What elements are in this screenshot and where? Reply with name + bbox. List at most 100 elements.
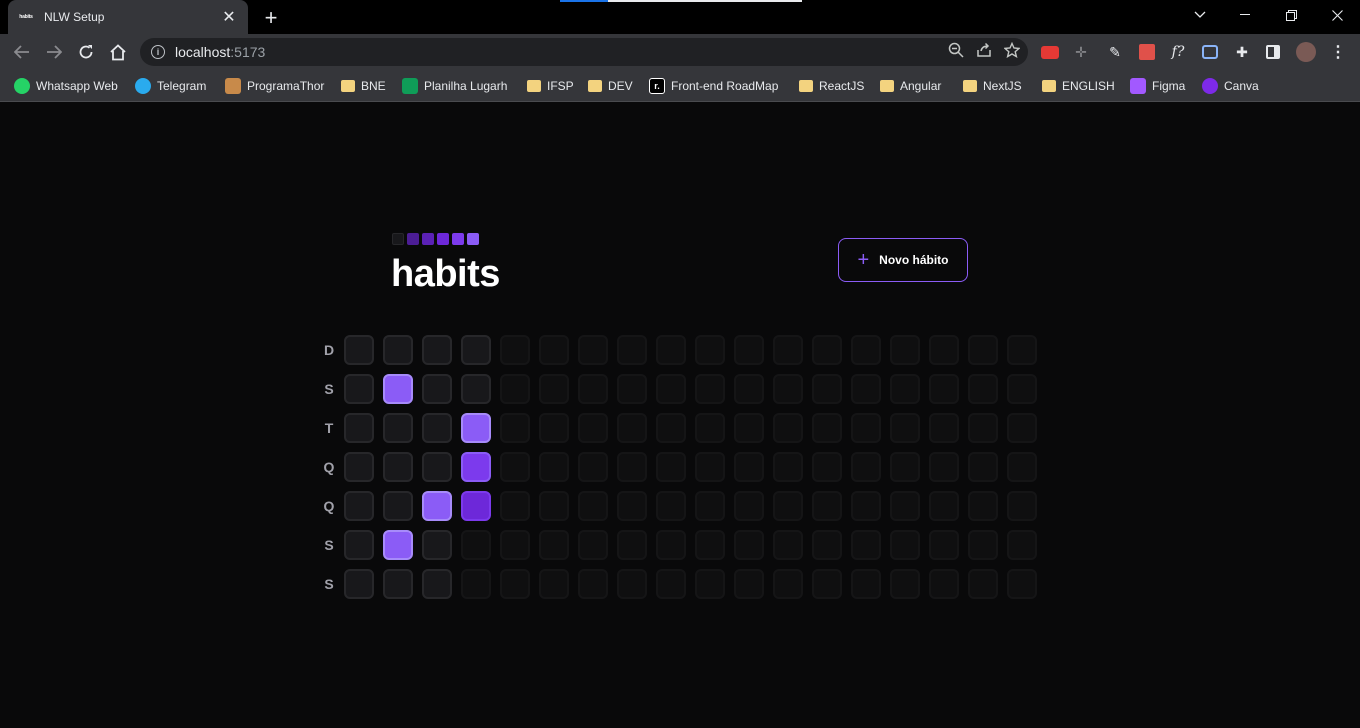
tab-strip-highlight <box>608 0 802 2</box>
habit-day-cell[interactable] <box>383 413 413 443</box>
new-habit-button[interactable]: + Novo hábito <box>838 238 968 282</box>
habit-day-cell[interactable] <box>461 335 491 365</box>
bookmark-label: NextJS <box>983 79 1022 93</box>
habit-day-cell[interactable] <box>461 374 491 404</box>
habit-day-cell[interactable] <box>344 491 374 521</box>
browser-tab[interactable]: habits NLW Setup ✕ <box>8 0 248 34</box>
address-bar[interactable]: i localhost:5173 <box>140 38 1028 66</box>
habit-day-cell[interactable] <box>422 374 452 404</box>
habit-day-cell[interactable] <box>422 335 452 365</box>
habit-day-cell[interactable] <box>344 374 374 404</box>
bookmark-nextjs[interactable]: NextJS <box>963 76 1022 96</box>
tab-close-icon[interactable]: ✕ <box>220 7 238 27</box>
habit-day-cell[interactable] <box>383 452 413 482</box>
hammer-icon <box>225 78 241 94</box>
future-day-cell <box>695 413 725 443</box>
bookmarks-bar: Whatsapp Web Telegram ProgramaThor BNE Plani… <box>0 70 1360 102</box>
habit-day-cell[interactable] <box>461 491 491 521</box>
url-text[interactable]: localhost:5173 <box>175 44 265 60</box>
future-day-cell <box>695 452 725 482</box>
future-day-cell <box>695 491 725 521</box>
bookmark-whatsapp-web[interactable]: Whatsapp Web <box>14 76 118 96</box>
bookmark-label: ProgramaThor <box>247 79 325 93</box>
habit-day-cell[interactable] <box>422 452 452 482</box>
bookmark-front-end-roadmap[interactable]: r. Front-end RoadMap <box>649 76 778 96</box>
habit-day-cell[interactable] <box>461 413 491 443</box>
font-extension-icon[interactable]: f? <box>1166 40 1190 64</box>
future-day-cell <box>734 491 764 521</box>
site-info-icon[interactable]: i <box>151 45 165 59</box>
close-window-icon[interactable] <box>1314 0 1360 30</box>
future-day-cell <box>1007 569 1037 599</box>
figma-icon <box>1130 78 1146 94</box>
bookmark-dev[interactable]: DEV <box>588 76 633 96</box>
future-day-cell <box>500 530 530 560</box>
youtube-extension-icon[interactable] <box>1038 40 1062 64</box>
bookmark-angular[interactable]: Angular <box>880 76 941 96</box>
habit-day-cell[interactable] <box>422 413 452 443</box>
screen-capture-extension-icon[interactable] <box>1198 40 1222 64</box>
future-day-cell <box>539 491 569 521</box>
ruler-extension-icon[interactable]: ✛ <box>1069 40 1093 64</box>
new-habit-label: Novo hábito <box>879 253 949 267</box>
reload-icon[interactable] <box>72 38 100 66</box>
future-day-cell <box>695 569 725 599</box>
future-day-cell <box>890 569 920 599</box>
tool-extension-icon[interactable] <box>1135 40 1159 64</box>
side-panel-icon[interactable] <box>1261 40 1285 64</box>
bookmark-bne[interactable]: BNE <box>341 76 386 96</box>
folder-icon <box>1042 80 1056 92</box>
habit-day-cell[interactable] <box>383 569 413 599</box>
future-day-cell <box>773 335 803 365</box>
new-tab-icon[interactable]: + <box>260 5 282 31</box>
bookmark-figma[interactable]: Figma <box>1130 76 1185 96</box>
tab-strip-indicator <box>560 0 608 2</box>
habit-day-cell[interactable] <box>383 530 413 560</box>
habit-day-cell[interactable] <box>344 413 374 443</box>
share-icon[interactable] <box>976 42 992 62</box>
habit-day-cell[interactable] <box>422 491 452 521</box>
pen-extension-icon[interactable]: ✎ <box>1103 40 1127 64</box>
back-icon[interactable] <box>8 38 36 66</box>
habit-day-cell[interactable] <box>461 452 491 482</box>
bookmark-english[interactable]: ENGLISH <box>1042 76 1115 96</box>
bookmark-canva[interactable]: Canva <box>1202 76 1259 96</box>
tab-search-chevron-down-icon[interactable] <box>1177 0 1223 30</box>
habit-day-cell[interactable] <box>422 530 452 560</box>
extensions-puzzle-icon[interactable]: ✚ <box>1230 40 1254 64</box>
bookmark-reactjs[interactable]: ReactJS <box>799 76 864 96</box>
restore-icon[interactable] <box>1268 0 1314 30</box>
habit-day-cell[interactable] <box>383 491 413 521</box>
future-day-cell <box>695 374 725 404</box>
bookmark-programathor[interactable]: ProgramaThor <box>225 76 324 96</box>
habit-day-cell[interactable] <box>344 335 374 365</box>
habit-day-cell[interactable] <box>344 569 374 599</box>
bookmark-ifsp[interactable]: IFSP <box>527 76 574 96</box>
bookmark-planilha-lugarh[interactable]: Planilha Lugarh <box>402 76 507 96</box>
bookmark-label: Telegram <box>157 79 207 93</box>
bookmark-telegram[interactable]: Telegram <box>135 76 206 96</box>
zoom-icon[interactable] <box>948 42 964 62</box>
future-day-cell <box>968 413 998 443</box>
title-bar: habits NLW Setup ✕ + <box>0 0 1360 34</box>
forward-icon[interactable] <box>40 38 68 66</box>
profile-avatar-icon[interactable] <box>1294 40 1318 64</box>
habit-day-cell[interactable] <box>344 452 374 482</box>
habit-day-cell[interactable] <box>383 335 413 365</box>
home-icon[interactable] <box>104 38 132 66</box>
bookmark-star-icon[interactable] <box>1003 41 1021 62</box>
future-day-cell <box>617 374 647 404</box>
habit-summary-grid <box>344 335 1037 599</box>
minimize-icon[interactable] <box>1222 0 1268 30</box>
weekday-label: S <box>324 576 334 592</box>
habit-day-cell[interactable] <box>383 374 413 404</box>
bookmark-label: Front-end RoadMap <box>671 79 779 93</box>
folder-icon <box>527 80 541 92</box>
future-day-cell <box>617 452 647 482</box>
habit-day-cell[interactable] <box>422 569 452 599</box>
folder-icon <box>963 80 977 92</box>
future-day-cell <box>1007 530 1037 560</box>
logo-square <box>392 233 404 245</box>
menu-kebab-icon[interactable]: ⋮ <box>1326 40 1350 64</box>
habit-day-cell[interactable] <box>344 530 374 560</box>
